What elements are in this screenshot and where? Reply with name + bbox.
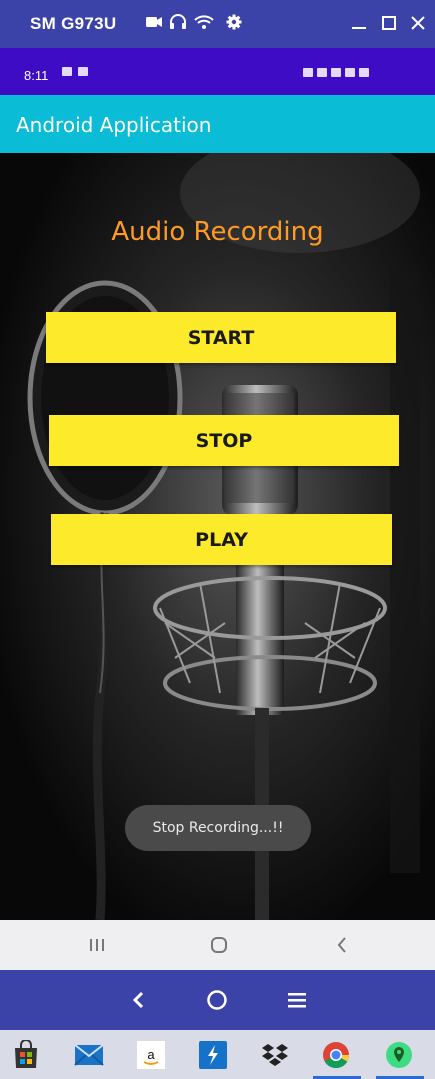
window-title: SM G973U <box>30 14 117 33</box>
lock-icon <box>359 68 369 77</box>
stop-button[interactable]: STOP <box>49 415 399 466</box>
recents-icon[interactable] <box>85 933 109 957</box>
play-button[interactable]: PLAY <box>51 514 392 565</box>
alarm-icon <box>303 68 313 77</box>
microsoft-store-icon[interactable] <box>11 1040 41 1070</box>
emulator-title-bar: SM G973U <box>0 0 435 48</box>
maps-app-icon[interactable] <box>384 1040 414 1070</box>
remote-app-icon[interactable] <box>198 1040 228 1070</box>
network-icon <box>331 68 341 77</box>
notification-icon <box>62 67 72 76</box>
maximize-icon[interactable] <box>376 10 402 36</box>
app-title: Android Application <box>16 113 212 137</box>
minimize-icon[interactable] <box>346 10 372 36</box>
home-circle-icon[interactable] <box>204 987 230 1013</box>
notification-icon <box>78 67 88 76</box>
toast-message: Stop Recording...!! <box>125 805 311 851</box>
menu-icon[interactable] <box>284 987 310 1013</box>
dropbox-icon[interactable] <box>260 1040 290 1070</box>
amazon-icon[interactable]: a <box>136 1040 166 1070</box>
screen-heading: Audio Recording <box>111 217 324 247</box>
wifi-icon[interactable] <box>194 12 214 32</box>
status-time: 8:11 <box>24 68 49 83</box>
emulator-toolbar <box>0 970 435 1030</box>
system-status-icons <box>303 68 369 77</box>
start-button[interactable]: START <box>46 312 396 363</box>
app-bar: Android Application <box>0 95 435 153</box>
close-icon[interactable] <box>405 10 431 36</box>
chrome-icon[interactable] <box>321 1040 351 1070</box>
home-icon[interactable] <box>207 933 231 957</box>
main-content: Audio Recording START STOP PLAY Stop Rec… <box>0 153 435 920</box>
back-icon[interactable] <box>330 933 354 957</box>
notification-icons <box>62 67 88 76</box>
mute-icon <box>317 68 327 77</box>
video-camera-icon[interactable] <box>144 12 164 32</box>
back-arrow-icon[interactable] <box>125 987 151 1013</box>
windows-taskbar: a <box>0 1030 435 1079</box>
signal-icon <box>345 68 355 77</box>
mail-icon[interactable] <box>74 1040 104 1070</box>
status-bar: 8:11 <box>0 48 435 95</box>
headphones-icon[interactable] <box>168 12 188 32</box>
settings-gear-icon[interactable] <box>224 12 244 32</box>
svg-text:a: a <box>147 1047 155 1062</box>
android-navigation-bar <box>0 920 435 970</box>
